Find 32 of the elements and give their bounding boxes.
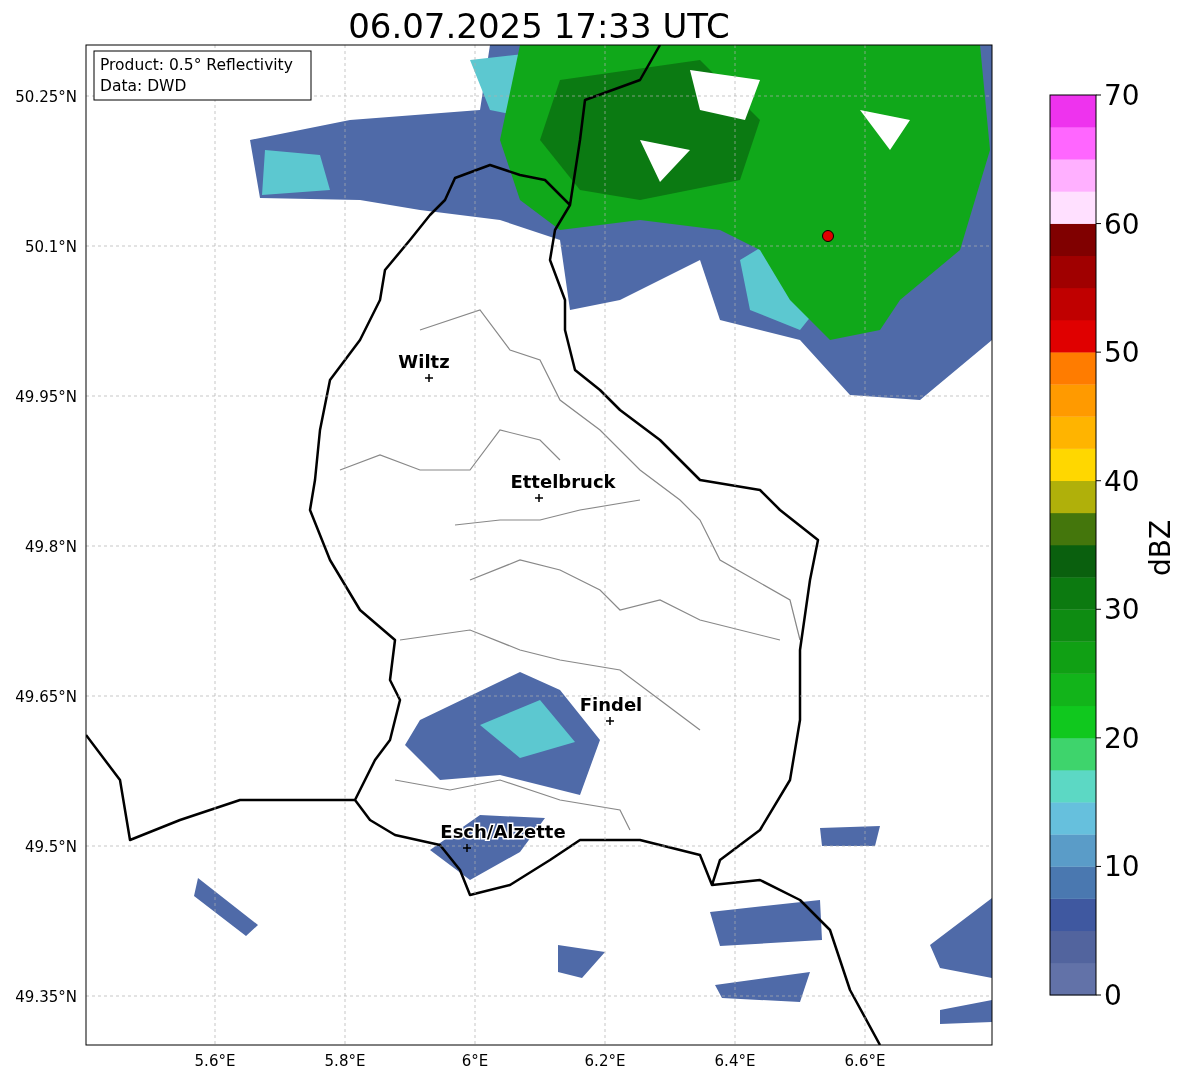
city-label: Ettelbruck <box>510 471 616 492</box>
y-axis-label: 49.65°N <box>15 688 77 706</box>
y-axis-label: 50.25°N <box>15 88 77 106</box>
colorbar-tick-label: 70 <box>1104 79 1140 112</box>
colorbar-tick-label: 60 <box>1104 207 1140 241</box>
y-axis-label: 49.35°N <box>15 988 77 1006</box>
info-text: Product: 0.5° Reflectivity <box>100 56 293 74</box>
colorbar-label: dBZ <box>1144 519 1177 577</box>
y-axis-label: 49.95°N <box>15 388 77 406</box>
colorbar-tick-label: 50 <box>1104 336 1140 370</box>
city-label: Findel <box>579 694 643 715</box>
colorbar-tick-label: 40 <box>1104 464 1140 498</box>
x-axis-label: 6.2°E <box>584 1052 626 1070</box>
y-axis-label: 49.5°N <box>24 838 77 856</box>
city-marker-icon <box>462 843 472 853</box>
x-axis-label: 6°E <box>461 1052 489 1070</box>
colorbar-tick-label: 30 <box>1104 593 1140 627</box>
x-axis-label: 5.6°E <box>194 1052 236 1070</box>
info-text: Data: DWD <box>100 77 187 95</box>
chart-title: 06.07.2025 17:33 UTC <box>348 6 730 46</box>
x-axis-label: 5.8°E <box>324 1052 366 1070</box>
city-marker-icon <box>534 493 544 503</box>
colorbar-tick-label: 10 <box>1104 850 1140 884</box>
x-axis-label: 6.6°E <box>844 1052 886 1070</box>
x-axis-label: 6.4°E <box>714 1052 756 1070</box>
city-marker-icon <box>424 373 434 383</box>
y-axis-label: 49.8°N <box>24 538 77 556</box>
colorbar-tick-label: 0 <box>1104 979 1122 1012</box>
colorbar-tick-label: 20 <box>1104 721 1140 755</box>
y-axis-label: 50.1°N <box>24 238 77 256</box>
city-marker-icon <box>605 716 615 726</box>
city-label: Wiltz <box>398 351 450 372</box>
